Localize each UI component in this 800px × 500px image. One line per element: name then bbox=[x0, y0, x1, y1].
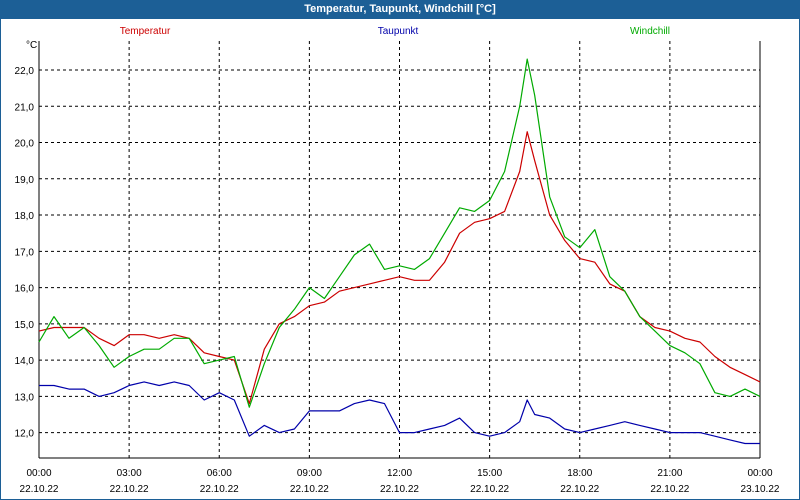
y-tick-label: 17,0 bbox=[15, 247, 35, 258]
x-tick-time: 06:00 bbox=[207, 468, 232, 479]
x-tick-date: 22.10.22 bbox=[380, 484, 419, 495]
y-tick-label: 16,0 bbox=[15, 284, 35, 295]
x-tick-date: 22.10.22 bbox=[470, 484, 509, 495]
y-tick-label: 14,0 bbox=[15, 356, 35, 367]
chart-canvas: 12,0 13,0 14,0 15,0 16,0 17,0 18,0 19,0 20,0 21,0… bbox=[15, 26, 780, 495]
y-tick-label: 12,0 bbox=[15, 429, 35, 440]
x-tick-date: 22.10.22 bbox=[650, 484, 689, 495]
legend-windchill: Windchill bbox=[630, 26, 670, 37]
x-tick-time: 15:00 bbox=[477, 468, 502, 479]
x-tick-time: 21:00 bbox=[657, 468, 682, 479]
x-tick-time: 12:00 bbox=[387, 468, 412, 479]
x-tick-time: 03:00 bbox=[117, 468, 142, 479]
y-tick-label: 22,0 bbox=[15, 66, 35, 77]
y-tick-label: 15,0 bbox=[15, 320, 35, 331]
x-tick-date: 22.10.22 bbox=[20, 484, 59, 495]
chart-window: Temperatur, Taupunkt, Windchill [°C] 12,… bbox=[0, 0, 800, 500]
y-tick-label: 13,0 bbox=[15, 392, 35, 403]
x-tick-date: 23.10.22 bbox=[741, 484, 780, 495]
legend-temperatur: Temperatur bbox=[120, 26, 171, 37]
x-tick-time: 09:00 bbox=[297, 468, 322, 479]
x-tick-date: 22.10.22 bbox=[110, 484, 149, 495]
x-tick-time: 18:00 bbox=[567, 468, 592, 479]
y-tick-label: 20,0 bbox=[15, 139, 35, 150]
x-tick-time: 00:00 bbox=[26, 468, 51, 479]
y-tick-label: 19,0 bbox=[15, 175, 35, 186]
y-tick-label: 21,0 bbox=[15, 102, 35, 113]
legend-taupunkt: Taupunkt bbox=[378, 26, 419, 37]
x-tick-date: 22.10.22 bbox=[560, 484, 599, 495]
x-tick-date: 22.10.22 bbox=[290, 484, 329, 495]
x-tick-date: 22.10.22 bbox=[200, 484, 239, 495]
y-axis-label: °C bbox=[26, 40, 37, 51]
series-line-temperatur bbox=[38, 131, 761, 405]
y-tick-label: 18,0 bbox=[15, 211, 35, 222]
x-tick-time: 00:00 bbox=[747, 468, 772, 479]
